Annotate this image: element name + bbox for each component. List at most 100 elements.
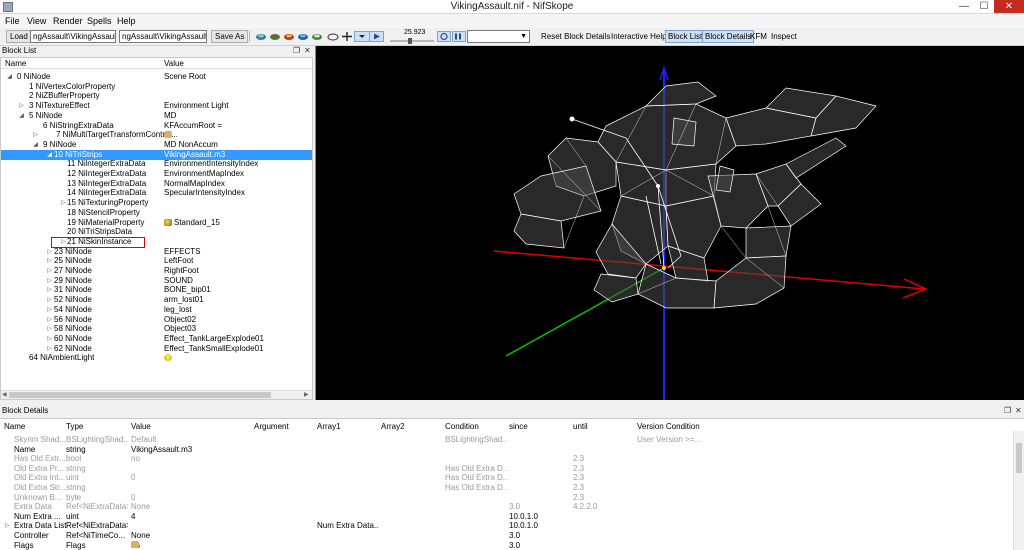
save-path-field[interactable]: ngAssault\VikingAssault.nif bbox=[119, 30, 207, 43]
detail-cell-value[interactable]: 0 bbox=[131, 493, 251, 503]
loop-icon[interactable] bbox=[437, 31, 451, 42]
detail-row[interactable]: Unknown B... byte 0 2.3 bbox=[0, 493, 1013, 503]
col-name-header[interactable]: Name bbox=[4, 422, 25, 431]
tree-row[interactable]: ▷ 7 NiMultiTargetTransformControl... bbox=[1, 130, 312, 140]
time-slider[interactable] bbox=[390, 38, 434, 44]
col-array1-header[interactable]: Array1 bbox=[317, 422, 341, 431]
collapsed-arrow-icon[interactable]: ▷ bbox=[32, 130, 39, 140]
block-details-table[interactable]: Name Type Value Argument Array1 Array2 Conditi… bbox=[0, 418, 1024, 550]
detail-cell-value[interactable]: no bbox=[131, 454, 251, 464]
collapsed-arrow-icon[interactable]: ▷ bbox=[60, 198, 67, 208]
menu-render[interactable]: Render bbox=[53, 16, 83, 26]
collapsed-arrow-icon[interactable]: ▷ bbox=[46, 324, 53, 334]
tree-row[interactable]: ▷ 15 NiTexturingProperty bbox=[1, 198, 312, 208]
tree-row[interactable]: ▷ 62 NiNode Effect_TankSmallExplode01 bbox=[1, 344, 312, 354]
inspect-button[interactable]: Inspect bbox=[771, 32, 797, 41]
maximize-button[interactable]: ☐ bbox=[975, 0, 993, 13]
tree-row[interactable]: 13 NiIntegerExtraData NormalMapIndex bbox=[1, 179, 312, 189]
collapsed-arrow-icon[interactable]: ▷ bbox=[46, 276, 53, 286]
collapsed-arrow-icon[interactable]: ▷ bbox=[46, 295, 53, 305]
block-list-toggle[interactable]: Block List bbox=[665, 30, 706, 43]
scene-canvas[interactable] bbox=[316, 46, 1024, 400]
tree-row[interactable]: ▷ 21 NiSkinInstance bbox=[1, 237, 312, 247]
collapsed-arrow-icon[interactable]: ▷ bbox=[46, 344, 53, 354]
tree-row[interactable]: 6 NiStringExtraData KFAccumRoot = bbox=[1, 121, 312, 131]
detail-row[interactable]: Extra Data Ref<NiExtraData> None 3.0 4.2.2.0 bbox=[0, 502, 1013, 512]
detail-row[interactable]: Old Extra Pr... string Has Old Extra D... 2… bbox=[0, 464, 1013, 474]
wire-icon[interactable] bbox=[327, 31, 339, 42]
scroll-left-icon[interactable]: ◀ bbox=[2, 391, 7, 398]
save-as-button[interactable]: Save As bbox=[211, 30, 249, 43]
expanded-arrow-icon[interactable]: ◢ bbox=[18, 111, 25, 121]
mesh-icon[interactable] bbox=[255, 31, 267, 42]
detail-row[interactable]: Controller Ref<NiTimeCo... None 3.0 bbox=[0, 531, 1013, 541]
detail-cell-value[interactable]: None bbox=[131, 502, 251, 512]
detail-cell-value[interactable]: 0 bbox=[131, 473, 251, 483]
detail-cell-value[interactable]: 4 bbox=[131, 512, 251, 522]
collapsed-arrow-icon[interactable]: ▷ bbox=[5, 521, 10, 531]
collapsed-arrow-icon[interactable]: ▷ bbox=[46, 334, 53, 344]
tree-row[interactable]: ▷ 31 NiNode BONE_bip01 bbox=[1, 285, 312, 295]
tree-row[interactable]: ▷ 27 NiNode RightFoot bbox=[1, 266, 312, 276]
detail-row[interactable]: Has Old Extr... bool no 2.3 bbox=[0, 454, 1013, 464]
col-condition-header[interactable]: Condition bbox=[445, 422, 479, 431]
col-version-condition-header[interactable]: Version Condition bbox=[637, 422, 700, 431]
tree-row[interactable]: ◢ 10 NiTriStrips VikingAssault.m3 bbox=[1, 149, 312, 160]
collapsed-arrow-icon[interactable]: ▷ bbox=[46, 256, 53, 266]
tree-row[interactable]: 11 NiIntegerExtraData EnvironmentIntensit… bbox=[1, 159, 312, 169]
scrollbar-thumb[interactable] bbox=[9, 392, 271, 398]
minimize-button[interactable]: — bbox=[955, 0, 973, 13]
detail-row[interactable]: Num Extra ... uint 4 10.0.1.0 bbox=[0, 512, 1013, 522]
col-until-header[interactable]: until bbox=[573, 422, 588, 431]
tree-row[interactable]: ▷ 54 NiNode leg_lost bbox=[1, 305, 312, 315]
interactive-help-button[interactable]: Interactive Help bbox=[611, 32, 667, 41]
collapsed-arrow-icon[interactable]: ▷ bbox=[46, 285, 53, 295]
expanded-arrow-icon[interactable]: ◢ bbox=[32, 140, 39, 150]
detail-row[interactable]: Skyrim Shad... BSLightingShad... Default BS… bbox=[0, 435, 1013, 445]
close-icon[interactable]: ✕ bbox=[1015, 406, 1022, 416]
tree-row[interactable]: 1 NiVertexColorProperty bbox=[1, 82, 312, 92]
detail-cell-value[interactable]: Default bbox=[131, 435, 251, 445]
tree-row[interactable]: 19 NiMaterialProperty Standard_15 bbox=[1, 218, 312, 228]
column-value-header[interactable]: Value bbox=[164, 59, 184, 68]
col-type-header[interactable]: Type bbox=[66, 422, 83, 431]
menu-spells[interactable]: Spells bbox=[87, 16, 112, 26]
detail-row[interactable]: ▷ Extra Data List Ref<NiExtraData> Num Extr… bbox=[0, 521, 1013, 531]
collapsed-arrow-icon[interactable]: ▷ bbox=[46, 266, 53, 276]
tree-row[interactable]: ▷ 56 NiNode Object02 bbox=[1, 315, 312, 325]
tree-row[interactable]: ▷ 23 NiNode EFFECTS bbox=[1, 247, 312, 257]
tree-row[interactable]: 12 NiIntegerExtraData EnvironmentMapIndex bbox=[1, 169, 312, 179]
detail-cell-value[interactable]: None bbox=[131, 531, 251, 541]
tree-row[interactable]: ▷ 29 NiNode SOUND bbox=[1, 276, 312, 286]
detail-row[interactable]: Flags Flags 16 3.0 bbox=[0, 540, 1013, 550]
panel-splitter[interactable] bbox=[0, 400, 1024, 405]
tree-row[interactable]: 14 NiIntegerExtraData SpecularIntensityIn… bbox=[1, 188, 312, 198]
normals-icon[interactable] bbox=[311, 31, 323, 42]
reset-block-details-button[interactable]: Reset Block Details bbox=[541, 32, 610, 41]
tree-row[interactable]: ▷ 25 NiNode LeftFoot bbox=[1, 256, 312, 266]
view-dropdown-icon[interactable] bbox=[354, 31, 370, 42]
vertical-scrollbar[interactable] bbox=[1013, 431, 1024, 550]
column-name-header[interactable]: Name bbox=[5, 59, 26, 68]
expanded-arrow-icon[interactable]: ◢ bbox=[6, 72, 13, 82]
tree-row[interactable]: 64 NiAmbientLight bbox=[1, 353, 312, 363]
block-details-toggle[interactable]: Block Details bbox=[702, 30, 755, 43]
tree-row[interactable]: ▷ 58 NiNode Object03 bbox=[1, 324, 312, 334]
tree-row[interactable]: 20 NiTriStripsData bbox=[1, 227, 312, 237]
axes-icon[interactable] bbox=[341, 31, 353, 42]
tree-row[interactable]: ▷ 52 NiNode arm_lost01 bbox=[1, 295, 312, 305]
tree-row[interactable]: ▷ 3 NiTextureEffect Environment Light bbox=[1, 101, 312, 111]
expanded-arrow-icon[interactable]: ◢ bbox=[46, 150, 53, 160]
kfm-button[interactable]: KFM bbox=[750, 32, 767, 41]
menu-help[interactable]: Help bbox=[117, 16, 136, 26]
animation-select[interactable]: ▼ bbox=[467, 30, 530, 43]
tree-row[interactable]: ▷ 60 NiNode Effect_TankLargeExplode01 bbox=[1, 334, 312, 344]
textured-icon[interactable] bbox=[269, 31, 281, 42]
tree-row[interactable]: 2 NiZBufferProperty bbox=[1, 91, 312, 101]
vertex-color-icon[interactable] bbox=[283, 31, 295, 42]
detail-row[interactable]: Name string VikingAssault.m3 bbox=[0, 445, 1013, 455]
load-button[interactable]: Load bbox=[6, 30, 32, 43]
col-since-header[interactable]: since bbox=[509, 422, 528, 431]
detail-row[interactable]: Old Extra Str... string Has Old Extra D...… bbox=[0, 483, 1013, 493]
col-value-header[interactable]: Value bbox=[131, 422, 151, 431]
